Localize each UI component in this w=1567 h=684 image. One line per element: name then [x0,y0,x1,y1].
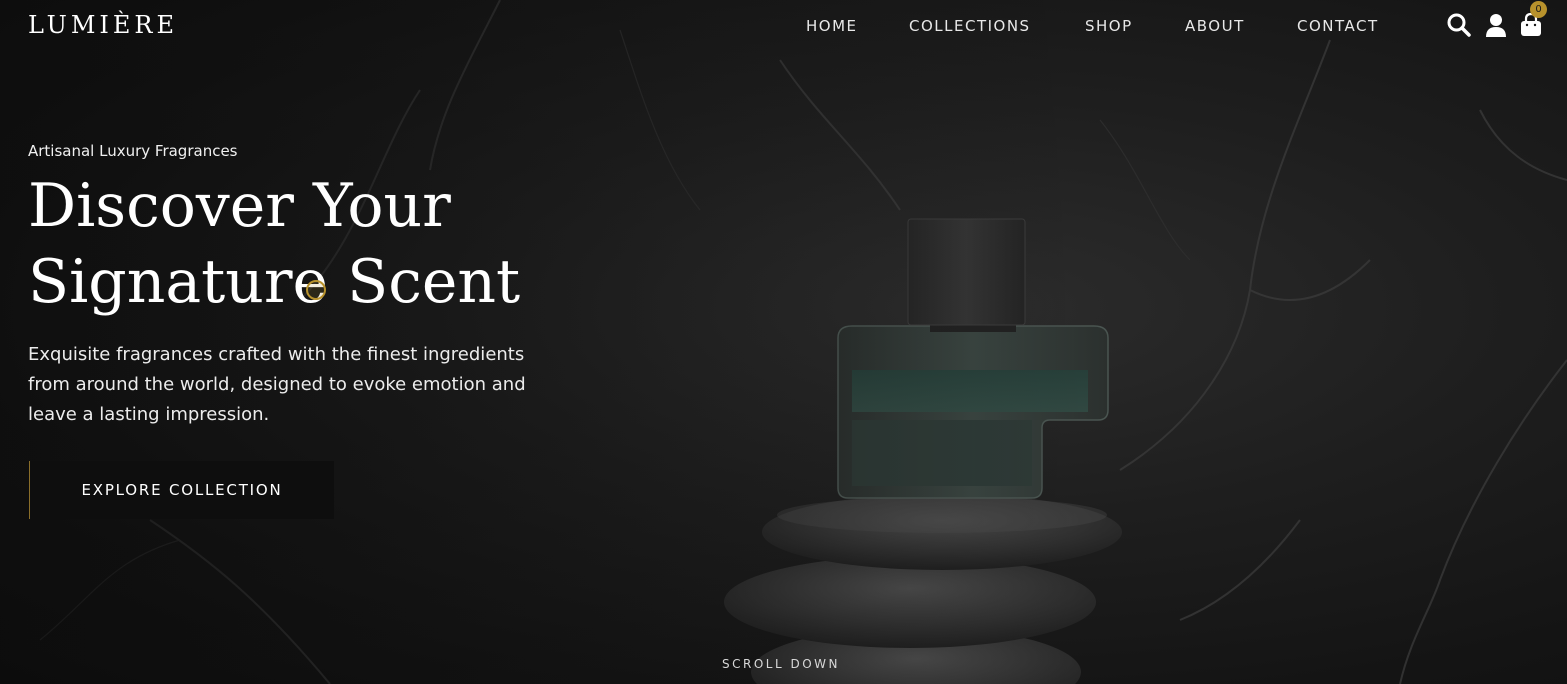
user-icon[interactable] [1483,12,1509,38]
nav-about[interactable]: ABOUT [1185,17,1245,35]
nav-shop[interactable]: SHOP [1085,17,1133,35]
cursor-indicator [306,280,326,300]
nav-home[interactable]: HOME [806,17,858,35]
nav-collections[interactable]: COLLECTIONS [909,17,1031,35]
nav-contact[interactable]: CONTACT [1297,17,1379,35]
explore-collection-button[interactable]: EXPLORE COLLECTION [29,461,334,519]
hero-title-line-1: Discover Your [28,171,451,241]
hero-description: Exquisite fragrances crafted with the fi… [28,344,526,425]
search-icon[interactable] [1446,12,1472,38]
brand-logo[interactable]: LUMIÈRE [28,11,178,39]
scroll-down-link[interactable]: SCROLL DOWN [722,657,840,671]
hero-eyebrow: Artisanal Luxury Fragrances [28,142,238,160]
hero-title: Discover Your Signature Scent [28,168,588,320]
site-header: LUMIÈRE HOME COLLECTIONS SHOP ABOUT CONT… [0,0,1567,54]
header-icons [1446,12,1546,40]
cart-count-badge: 0 [1530,1,1547,18]
